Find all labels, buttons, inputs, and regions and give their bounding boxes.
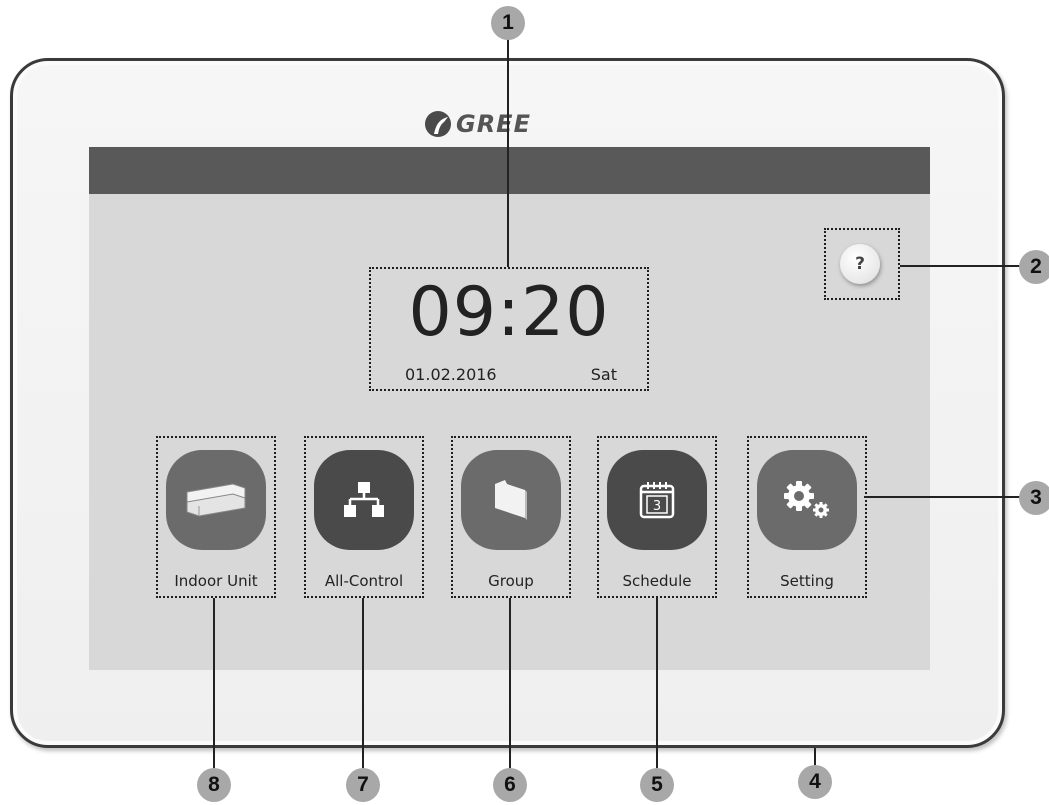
tile-setting[interactable]: Setting xyxy=(747,436,867,598)
callout-1: 1 xyxy=(491,6,525,40)
leader-line-7 xyxy=(362,598,364,768)
leader-line-2 xyxy=(900,265,1025,267)
leader-line-1 xyxy=(507,38,509,267)
tile-label-schedule: Schedule xyxy=(622,572,692,590)
clock-day: Sat xyxy=(590,365,617,384)
gree-logo-mark-icon xyxy=(425,111,451,137)
help-button[interactable]: ? xyxy=(840,244,880,284)
callout-8: 8 xyxy=(197,768,231,802)
leader-line-3 xyxy=(864,496,1025,498)
tile-label-group: Group xyxy=(488,572,534,590)
screen-title-bar xyxy=(89,147,930,194)
callout-4: 4 xyxy=(798,765,832,799)
leader-line-8 xyxy=(213,598,215,768)
calendar-day: 3 xyxy=(653,499,661,514)
clock-date: 01.02.2016 xyxy=(405,365,497,384)
gree-logo: GREE xyxy=(424,107,564,141)
callout-7: 7 xyxy=(346,768,380,802)
brand-name: GREE xyxy=(456,110,531,138)
gears-icon xyxy=(757,450,857,550)
tile-all-control[interactable]: All-Control xyxy=(304,436,424,598)
tile-indoor-unit[interactable]: Indoor Unit xyxy=(156,436,276,598)
callout-2: 2 xyxy=(1019,250,1049,284)
indoor-unit-icon xyxy=(166,450,266,550)
leader-line-6 xyxy=(509,598,511,768)
leader-line-5 xyxy=(656,598,658,768)
tile-group[interactable]: Group xyxy=(451,436,571,598)
calendar-icon: 3 xyxy=(607,450,707,550)
leader-line-4 xyxy=(814,748,816,765)
help-area: ? xyxy=(824,228,900,300)
folder-icon xyxy=(461,450,561,550)
clock-time: 09:20 xyxy=(408,273,610,352)
network-icon xyxy=(314,450,414,550)
callout-5: 5 xyxy=(640,768,674,802)
tile-label-setting: Setting xyxy=(780,572,834,590)
tile-schedule[interactable]: 3 Schedule xyxy=(597,436,717,598)
tile-label-all-control: All-Control xyxy=(324,572,404,590)
callout-3: 3 xyxy=(1019,481,1049,515)
clock-display: 09:20 01.02.2016 Sat xyxy=(369,267,649,391)
callout-6: 6 xyxy=(493,768,527,802)
tile-label-indoor-unit: Indoor Unit xyxy=(174,572,258,590)
